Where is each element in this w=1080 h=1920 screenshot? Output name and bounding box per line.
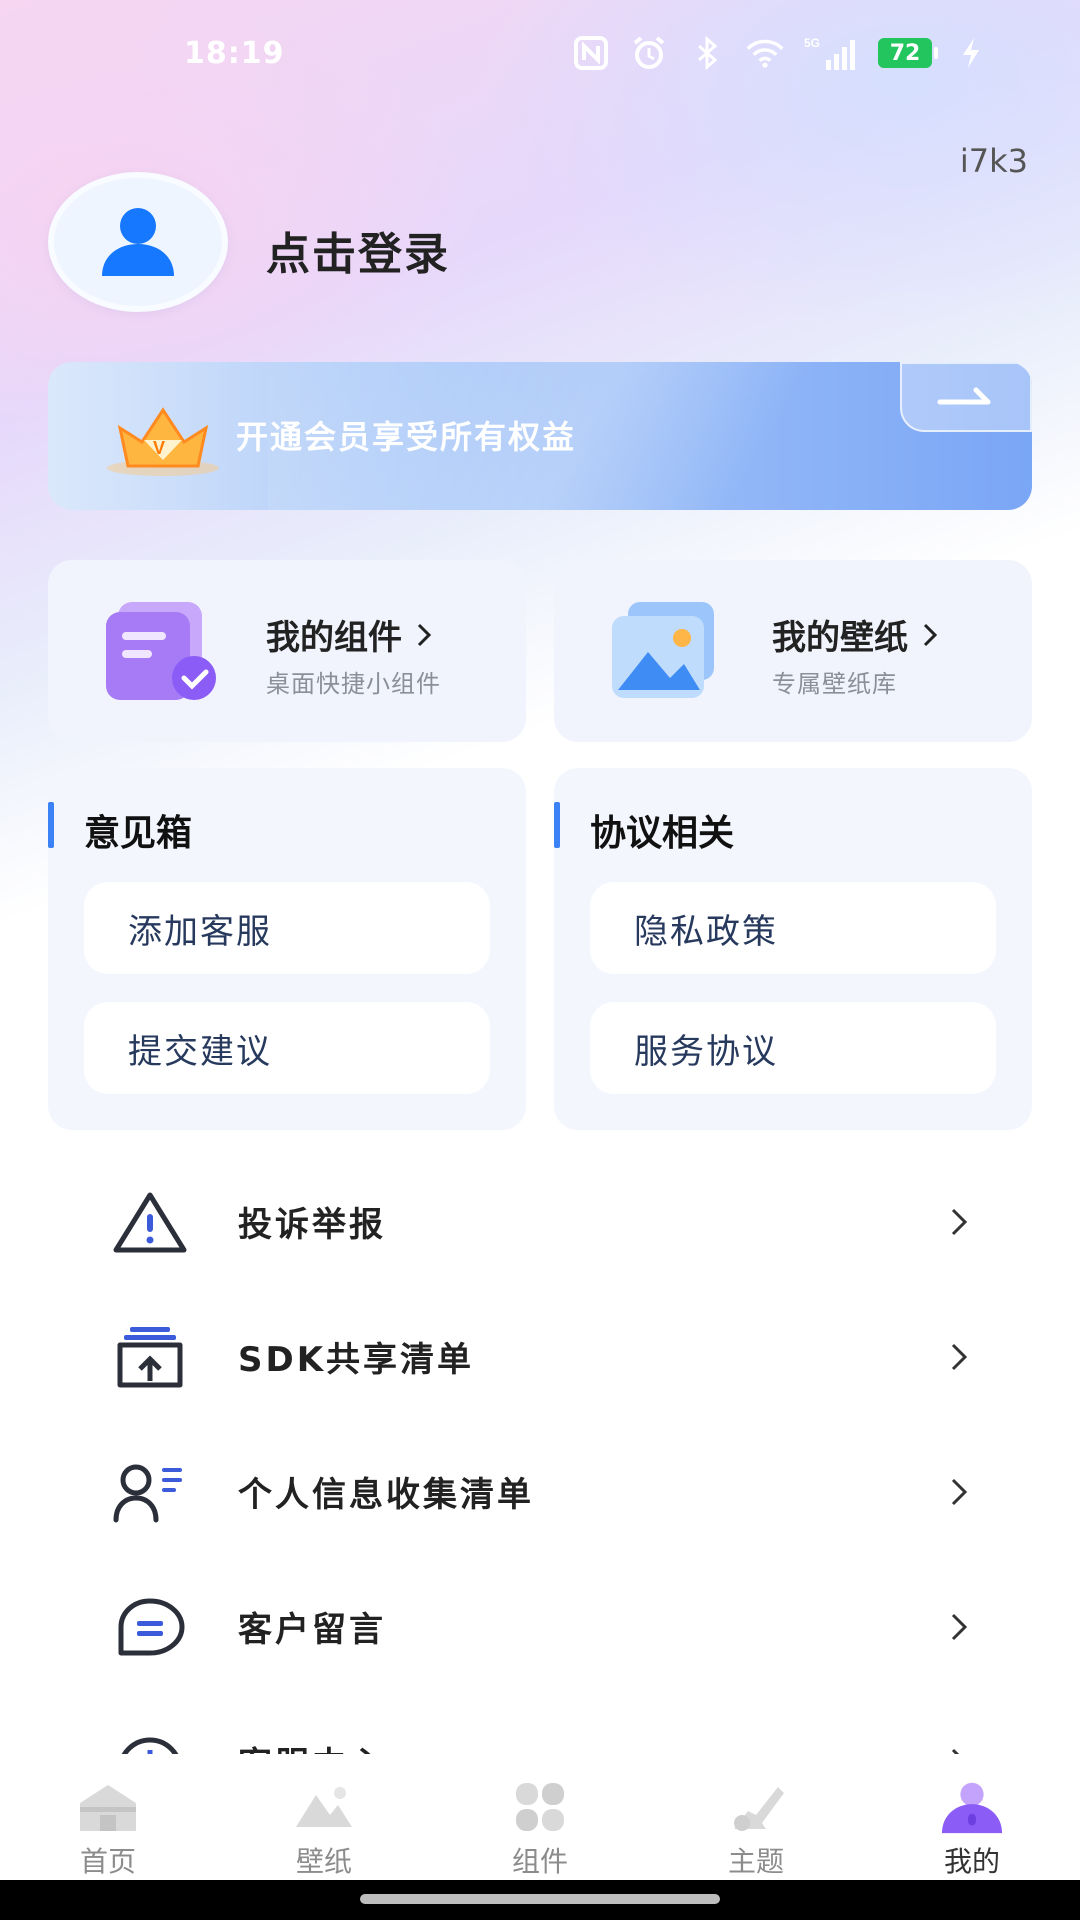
list-item-service-center[interactable]: 客服中心 — [0, 1694, 1080, 1754]
arrow-right-icon — [937, 387, 991, 405]
my-wallpapers-card[interactable]: 我的壁纸 专属壁纸库 — [554, 560, 1032, 742]
nav-profile[interactable]: 我的 — [864, 1760, 1080, 1880]
widget-card-icon — [106, 602, 216, 700]
list-item-label: 客服中心 — [238, 1737, 386, 1754]
wifi-icon — [746, 34, 784, 72]
list-item-sdk[interactable]: SDK共享清单 — [0, 1289, 1080, 1424]
gesture-bar — [0, 1880, 1080, 1920]
list-item-complaint[interactable]: 投诉举报 — [0, 1154, 1080, 1289]
profile-icon — [940, 1780, 1004, 1834]
list-item-personal-info[interactable]: 个人信息收集清单 — [0, 1424, 1080, 1559]
chevron-right-icon — [944, 1202, 974, 1242]
nav-theme[interactable]: 主题 — [648, 1760, 864, 1880]
status-icons: 5G 72 — [572, 34, 990, 72]
nav-label: 首页 — [79, 1845, 136, 1878]
service-agreement-button[interactable]: 服务协议 — [590, 1002, 996, 1094]
wallpaper-card-icon — [612, 602, 714, 698]
user-icon — [102, 208, 174, 276]
chevron-right-icon — [417, 623, 432, 646]
bluetooth-icon — [688, 34, 726, 72]
widget-icon — [508, 1780, 572, 1834]
share-list-icon — [110, 1317, 190, 1397]
add-service-button[interactable]: 添加客服 — [84, 882, 490, 974]
status-time: 18:19 — [184, 36, 285, 71]
warning-icon — [110, 1182, 190, 1262]
svg-text:5G: 5G — [804, 36, 820, 50]
chevron-right-icon — [944, 1337, 974, 1377]
my-wallpapers-label: 我的壁纸 — [772, 618, 908, 658]
vip-arrow-button[interactable] — [900, 362, 1032, 432]
my-widgets-card[interactable]: 我的组件 桌面快捷小组件 — [48, 560, 526, 742]
section-accent-bar — [554, 802, 560, 848]
chevron-right-icon — [944, 1742, 974, 1754]
nav-label: 我的 — [943, 1845, 1000, 1878]
crown-icon: V — [107, 407, 219, 476]
nav-wallpaper[interactable]: 壁纸 — [216, 1760, 432, 1880]
nav-home[interactable]: 首页 — [0, 1760, 216, 1880]
my-widgets-subtitle: 桌面快捷小组件 — [266, 670, 441, 698]
my-wallpapers-title: 我的壁纸 — [772, 610, 938, 659]
svg-text:V: V — [153, 438, 165, 458]
my-widgets-label: 我的组件 — [266, 618, 402, 658]
user-list-icon — [110, 1452, 190, 1532]
wallpaper-icon — [292, 1780, 356, 1834]
list-item-message[interactable]: 客户留言 — [0, 1559, 1080, 1694]
avatar[interactable] — [48, 172, 228, 312]
nav-label: 组件 — [511, 1845, 568, 1878]
feedback-section: 意见箱 添加客服 提交建议 — [48, 768, 526, 1130]
list-item-label: 客户留言 — [238, 1610, 386, 1650]
chevron-right-icon — [923, 623, 938, 646]
nav-label: 壁纸 — [295, 1845, 352, 1878]
home-icon — [76, 1780, 140, 1834]
agreements-section-title: 协议相关 — [590, 813, 735, 854]
chevron-right-icon — [944, 1472, 974, 1512]
my-widgets-title: 我的组件 — [266, 610, 432, 659]
list-item-label: 个人信息收集清单 — [238, 1475, 534, 1515]
home-indicator[interactable] — [360, 1894, 720, 1904]
submit-suggestion-button[interactable]: 提交建议 — [84, 1002, 490, 1094]
nav-widget[interactable]: 组件 — [432, 1760, 648, 1880]
section-accent-bar — [48, 802, 54, 848]
privacy-policy-button[interactable]: 隐私政策 — [590, 882, 996, 974]
signal-5g-icon: 5G — [804, 34, 858, 72]
feedback-section-title: 意见箱 — [84, 813, 193, 854]
service-icon — [110, 1722, 190, 1754]
nfc-icon — [572, 34, 610, 72]
chevron-right-icon — [944, 1607, 974, 1647]
bottom-nav: 首页 壁纸 组件 主题 我的 — [0, 1760, 1080, 1880]
mine-page: 18:19 5G 72 i7k3 点击登录 V 开通会员享受所有权益 我的组件 … — [0, 0, 1080, 1920]
login-link[interactable]: 点击登录 — [266, 218, 450, 282]
nav-label: 主题 — [727, 1845, 784, 1878]
agreements-section: 协议相关 隐私政策 服务协议 — [554, 768, 1032, 1130]
alarm-icon — [630, 34, 668, 72]
status-bar: 18:19 5G 72 — [0, 0, 1080, 110]
vip-banner-text: 开通会员享受所有权益 — [236, 418, 577, 456]
version-label: i7k3 — [959, 142, 1028, 180]
message-icon — [110, 1587, 190, 1667]
vip-banner[interactable]: V 开通会员享受所有权益 — [48, 362, 1032, 510]
list-item-label: SDK共享清单 — [238, 1340, 475, 1380]
battery-indicator: 72 — [878, 38, 938, 68]
list-item-label: 投诉举报 — [238, 1205, 386, 1245]
charging-icon — [952, 34, 990, 72]
my-wallpapers-subtitle: 专属壁纸库 — [772, 670, 897, 698]
theme-icon — [724, 1780, 788, 1834]
settings-list: 投诉举报 SDK共享清单 个人信息收集清单 客户留言 — [0, 1154, 1080, 1754]
